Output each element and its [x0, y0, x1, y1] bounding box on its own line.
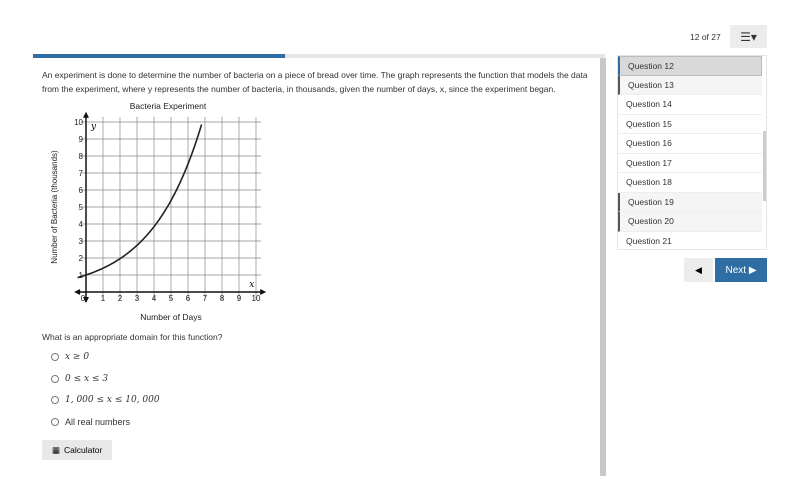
answer-option[interactable]: All real numbers [51, 417, 130, 427]
question-prompt: What is an appropriate domain for this f… [42, 332, 223, 342]
x-tick-label: 5 [169, 294, 174, 303]
main-scrollbar[interactable] [600, 58, 606, 476]
chart-title: Bacteria Experiment [130, 101, 207, 111]
y-tick-label: 6 [79, 186, 84, 195]
calculator-icon: ▦ [52, 444, 61, 455]
x-axis-variable: x [249, 280, 254, 290]
x-tick-label: 4 [152, 294, 157, 303]
list-menu-icon: ☰▾ [740, 29, 757, 44]
question-counter: 12 of 27 [690, 32, 721, 42]
previous-button[interactable]: ◀ [684, 258, 713, 282]
question-list-item[interactable]: Question 13 [618, 75, 762, 95]
progress-fill [33, 54, 285, 58]
radio-button[interactable] [51, 417, 59, 426]
y-tick-label: 7 [79, 169, 84, 178]
x-tick-label: 1 [101, 294, 106, 303]
question-list-item[interactable]: Question 14 [618, 95, 762, 115]
y-tick-label: 3 [79, 237, 84, 246]
question-list-item[interactable]: Question 17 [618, 154, 762, 173]
progress-bar [33, 54, 605, 58]
option-label: 0 ≤ x ≤ 3 [65, 373, 109, 384]
question-list-item[interactable]: Question 18 [618, 173, 762, 193]
question-list-item[interactable]: Question 20 [618, 212, 762, 232]
x-tick-label: 9 [237, 294, 242, 303]
x-tick-label: 6 [186, 294, 191, 303]
next-button[interactable]: Next ▶ [715, 258, 767, 282]
y-axis-label: Number of Bacteria (thousands) [50, 150, 59, 264]
x-tick-label: 10 [252, 294, 261, 303]
y-tick-label: 2 [79, 254, 84, 263]
question-text: An experiment is done to determine the n… [42, 70, 588, 94]
answer-option[interactable]: x ≥ 0 [51, 352, 89, 362]
question-list-item[interactable]: Question 15 [618, 115, 762, 134]
question-list-item[interactable]: Question 16 [618, 134, 762, 154]
question-list-item[interactable]: Question 12 [618, 56, 762, 76]
calculator-button[interactable]: ▦ Calculator [42, 440, 113, 460]
radio-button[interactable] [51, 396, 59, 404]
bacteria-chart: Bacteria Experiment0 1 2 3 4 5 6 7 8 9 10123456789… [50, 101, 267, 322]
x-tick-label: 0 [81, 294, 86, 303]
x-tick-label: 3 [135, 294, 140, 303]
y-tick-label: 5 [79, 203, 84, 212]
caret-left-icon: ◀ [695, 264, 702, 275]
question-list-toggle[interactable]: ☰▾ [730, 25, 767, 48]
radio-button[interactable] [51, 374, 59, 383]
x-tick-label: 2 [118, 294, 123, 303]
answer-option[interactable]: 1, 000 ≤ x ≤ 10, 000 [51, 395, 160, 405]
y-tick-label: 9 [79, 135, 84, 144]
y-tick-label: 10 [74, 118, 83, 127]
option-label: All real numbers [65, 416, 131, 427]
radio-button[interactable] [51, 353, 59, 361]
y-axis-variable: y [90, 122, 97, 132]
option-label: x ≥ 0 [65, 352, 90, 362]
x-tick-label: 8 [220, 294, 225, 303]
question-list: Question 12 Question 13 Question 14 Questio… [617, 55, 767, 250]
function-curve [77, 124, 203, 279]
question-list-item[interactable]: Question 21 [618, 232, 762, 250]
y-tick-label: 8 [79, 152, 84, 161]
x-tick-label: 7 [203, 294, 208, 303]
question-list-item[interactable]: Question 19 [618, 192, 762, 212]
option-label: 1, 000 ≤ x ≤ 10, 000 [65, 395, 160, 405]
question-list-scrollbar[interactable] [763, 131, 766, 201]
caret-right-icon: ▶ [748, 264, 757, 276]
y-tick-label: 4 [79, 220, 84, 229]
answer-option[interactable]: 0 ≤ x ≤ 3 [51, 374, 108, 384]
x-axis-label: Number of Days [140, 312, 201, 322]
